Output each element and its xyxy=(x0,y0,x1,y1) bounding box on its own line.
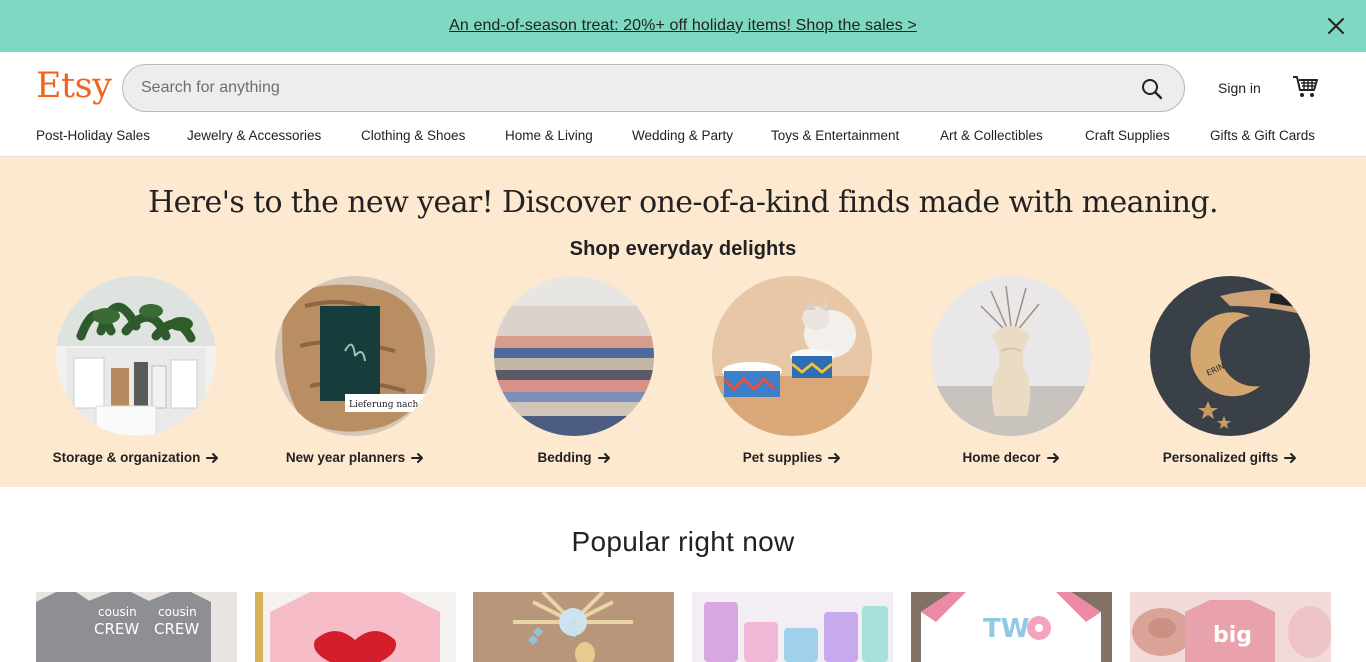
category-label: Bedding xyxy=(464,450,684,465)
category-new-year-planners[interactable]: Lieferung nach W New year planners xyxy=(245,276,465,476)
category-image xyxy=(712,276,872,436)
category-image xyxy=(931,276,1091,436)
close-icon[interactable] xyxy=(1324,14,1348,38)
nav-item-craft-supplies[interactable]: Craft Supplies xyxy=(1085,128,1170,143)
product-image: 4 xyxy=(473,592,674,662)
arrow-right-icon xyxy=(1284,453,1297,464)
popular-item-4[interactable] xyxy=(692,592,893,662)
svg-text:cousin: cousin xyxy=(158,605,197,619)
search-bar xyxy=(122,64,1185,112)
nav-item-clothing-shoes[interactable]: Clothing & Shoes xyxy=(361,128,465,143)
category-label: Storage & organization xyxy=(26,450,246,465)
nav-item-home-living[interactable]: Home & Living xyxy=(505,128,593,143)
popular-item-2[interactable] xyxy=(255,592,456,662)
hero-section: Here's to the new year! Discover one-of-… xyxy=(0,157,1366,487)
arrow-right-icon xyxy=(828,453,841,464)
category-nav: Post-Holiday Sales Jewelry & Accessories… xyxy=(0,122,1366,157)
svg-text:4: 4 xyxy=(565,618,579,643)
product-image xyxy=(255,592,456,662)
svg-text:CREW: CREW xyxy=(154,620,199,638)
category-image xyxy=(56,276,216,436)
category-bedding[interactable]: Bedding xyxy=(464,276,684,476)
svg-text:cousin: cousin xyxy=(98,605,137,619)
arrow-right-icon xyxy=(597,453,610,464)
arrow-right-icon xyxy=(1046,453,1059,464)
category-image: Lieferung nach W xyxy=(275,276,435,436)
nav-item-art-collectibles[interactable]: Art & Collectibles xyxy=(940,128,1043,143)
category-storage-organization[interactable]: Storage & organization xyxy=(26,276,246,476)
popular-item-1[interactable]: cousin CREW cousin CREW xyxy=(36,592,237,662)
popular-item-3[interactable]: 4 xyxy=(473,592,674,662)
sign-in-link[interactable]: Sign in xyxy=(1218,80,1261,96)
hero-subtitle: Shop everyday delights xyxy=(569,238,797,260)
popular-item-6[interactable]: big xyxy=(1130,592,1331,662)
arrow-right-icon xyxy=(206,453,219,464)
category-personalized-gifts[interactable]: ERIN Personalized gifts xyxy=(1120,276,1340,476)
popular-title: Popular right now xyxy=(571,526,795,557)
promo-link[interactable]: An end-of-season treat: 20%+ off holiday… xyxy=(449,17,917,35)
category-pet-supplies[interactable]: Pet supplies xyxy=(682,276,902,476)
category-image: ERIN xyxy=(1150,276,1310,436)
category-label: Personalized gifts xyxy=(1120,450,1340,465)
nav-item-post-holiday-sales[interactable]: Post-Holiday Sales xyxy=(36,128,150,143)
nav-item-jewelry-accessories[interactable]: Jewelry & Accessories xyxy=(187,128,321,143)
product-image: TWO xyxy=(911,592,1112,662)
search-input[interactable] xyxy=(141,65,1121,111)
category-label: Home decor xyxy=(901,450,1121,465)
product-image: cousin CREW cousin CREW xyxy=(36,592,237,662)
promo-banner: An end-of-season treat: 20%+ off holiday… xyxy=(0,0,1366,52)
cart-icon[interactable] xyxy=(1292,74,1318,100)
search-icon[interactable] xyxy=(1140,77,1164,101)
arrow-right-icon xyxy=(411,453,424,464)
category-label: New year planners xyxy=(245,450,465,465)
etsy-logo[interactable]: Etsy xyxy=(36,66,112,106)
category-label: Pet supplies xyxy=(682,450,902,465)
svg-text:big: big xyxy=(1213,623,1252,648)
svg-text:CREW: CREW xyxy=(94,620,139,638)
product-image xyxy=(692,592,893,662)
nav-item-wedding-party[interactable]: Wedding & Party xyxy=(632,128,733,143)
hero-title: Here's to the new year! Discover one-of-… xyxy=(148,185,1218,220)
nav-item-gifts-gift-cards[interactable]: Gifts & Gift Cards xyxy=(1210,128,1315,143)
planner-image-text: Lieferung nach W xyxy=(349,400,431,410)
product-image: big xyxy=(1130,592,1331,662)
header: Etsy Sign in xyxy=(0,52,1366,122)
category-image xyxy=(494,276,654,436)
nav-item-toys-entertainment[interactable]: Toys & Entertainment xyxy=(771,128,899,143)
popular-item-5[interactable]: TWO xyxy=(911,592,1112,662)
category-home-decor[interactable]: Home decor xyxy=(901,276,1121,476)
